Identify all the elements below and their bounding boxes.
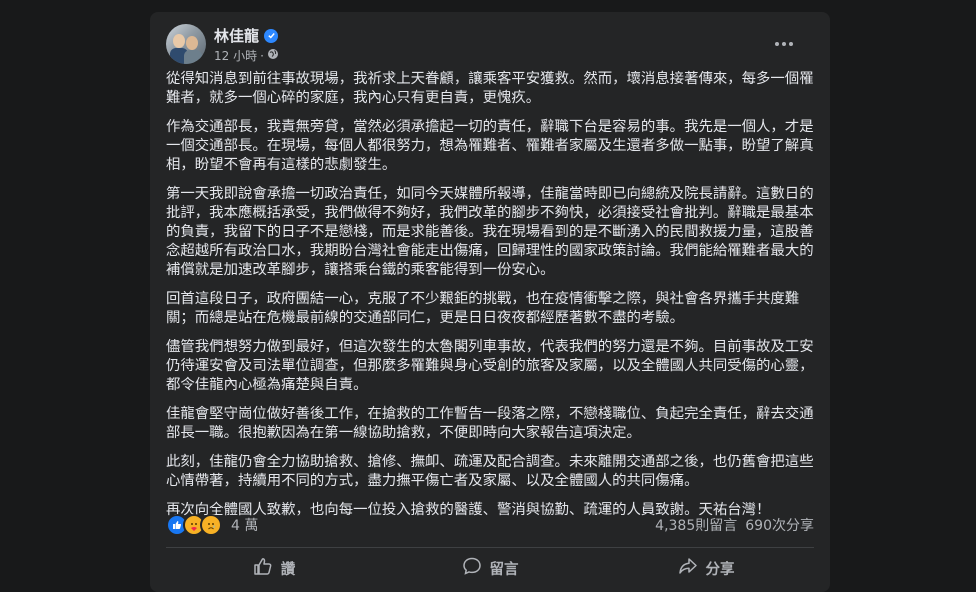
share-arrow-icon [678, 556, 698, 580]
post-card: 林佳龍 12 小時 · 從得知消息到前往事故現場，我祈求上天眷顧，讓乘客平安獲救… [150, 12, 830, 592]
post-actions: 讚 留言 分享 [166, 552, 814, 584]
reactions-summary[interactable]: 4 萬 [166, 514, 258, 536]
share-label: 分享 [705, 561, 735, 578]
post-paragraph: 從得知消息到前往事故現場，我祈求上天眷顧，讓乘客平安獲救。然而，壞消息接著傳來，… [166, 71, 814, 106]
like-label: 讚 [280, 561, 296, 578]
post-time[interactable]: 12 小時 [214, 47, 257, 64]
comment-button[interactable]: 留言 [382, 552, 598, 584]
comment-label: 留言 [489, 561, 519, 578]
post-stats: 4 萬 4,385則留言 690次分享 [166, 514, 814, 536]
like-button[interactable]: 讚 [166, 552, 382, 584]
sad-reaction-icon [200, 514, 222, 536]
divider [166, 547, 814, 548]
comments-count[interactable]: 4,385則留言 [655, 515, 737, 535]
post-meta: 12 小時 · [214, 47, 279, 64]
globe-icon[interactable] [267, 48, 279, 63]
share-button[interactable]: 分享 [598, 552, 814, 584]
verified-badge-icon [264, 28, 279, 43]
thumbs-up-icon [253, 556, 273, 580]
post-paragraph: 此刻，佳龍仍會全力協助搶救、搶修、撫卹、疏運及配合調查。未來離開交通部之後，也仍… [166, 454, 814, 489]
post-paragraph: 佳龍會堅守崗位做好善後工作，在搶救的工作暫告一段落之際，不戀棧職位、負起完全責任… [166, 406, 814, 441]
post-paragraph: 作為交通部長，我責無旁貸，當然必須承擔起一切的責任，辭職下台是容易的事。我先是一… [166, 119, 814, 173]
post-paragraph: 回首這段日子，政府團結一心，克服了不少艱鉅的挑戰，也在疫情衝擊之際，與社會各界攜… [166, 291, 800, 326]
reactions-count: 4 萬 [231, 518, 259, 534]
meta-separator: · [260, 48, 264, 63]
avatar[interactable] [166, 24, 206, 64]
author-name-row: 林佳龍 [214, 25, 279, 46]
engagement-counts: 4,385則留言 690次分享 [655, 515, 814, 535]
shares-count[interactable]: 690次分享 [745, 515, 814, 535]
author-name[interactable]: 林佳龍 [214, 25, 259, 46]
more-options-icon[interactable] [766, 32, 802, 56]
post-paragraph: 儘管我們想努力做到最好，但這次發生的太魯閣列車事故，代表我們的努力還是不夠。目前… [166, 339, 814, 393]
post-body: 從得知消息到前往事故現場，我祈求上天眷顧，讓乘客平安獲救。然而，壞消息接著傳來，… [166, 70, 814, 530]
post-paragraph: 第一天我即說會承擔一切政治責任，如同今天媒體所報導，佳龍當時即已向總統及院長請辭… [166, 186, 814, 278]
post-header: 林佳龍 12 小時 · [166, 24, 814, 64]
comment-bubble-icon [462, 556, 482, 580]
